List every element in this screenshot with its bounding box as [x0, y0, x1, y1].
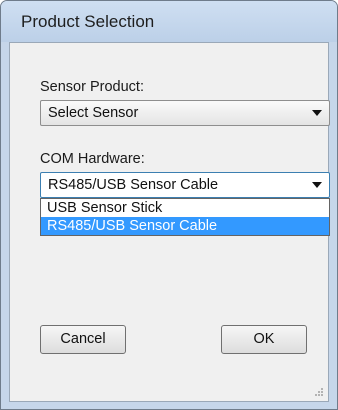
option-usb-sensor-stick[interactable]: USB Sensor Stick — [41, 199, 329, 217]
sensor-product-value: Select Sensor — [48, 105, 139, 121]
window-title: Product Selection — [21, 12, 155, 31]
com-hardware-label: COM Hardware: — [40, 151, 145, 167]
chevron-down-icon[interactable] — [312, 110, 322, 116]
chevron-down-icon[interactable] — [312, 182, 322, 188]
sensor-product-label: Sensor Product: — [40, 79, 144, 95]
com-hardware-value: RS485/USB Sensor Cable — [48, 177, 219, 193]
option-rs485-usb-sensor-cable[interactable]: RS485/USB Sensor Cable — [41, 217, 329, 235]
product-selection-dialog: Product Selection Sensor Product: Select… — [0, 0, 338, 410]
dialog-client-area: Sensor Product: Select Sensor COM Hardwa… — [9, 42, 330, 402]
resize-grip-icon[interactable] — [314, 387, 324, 397]
ok-button[interactable]: OK — [221, 325, 307, 354]
com-hardware-dropdown[interactable]: RS485/USB Sensor Cable — [40, 172, 330, 198]
cancel-button[interactable]: Cancel — [40, 325, 126, 354]
sensor-product-dropdown[interactable]: Select Sensor — [40, 100, 330, 126]
title-bar[interactable]: Product Selection — [1, 1, 337, 42]
com-hardware-options-list: USB Sensor Stick RS485/USB Sensor Cable — [40, 198, 330, 236]
